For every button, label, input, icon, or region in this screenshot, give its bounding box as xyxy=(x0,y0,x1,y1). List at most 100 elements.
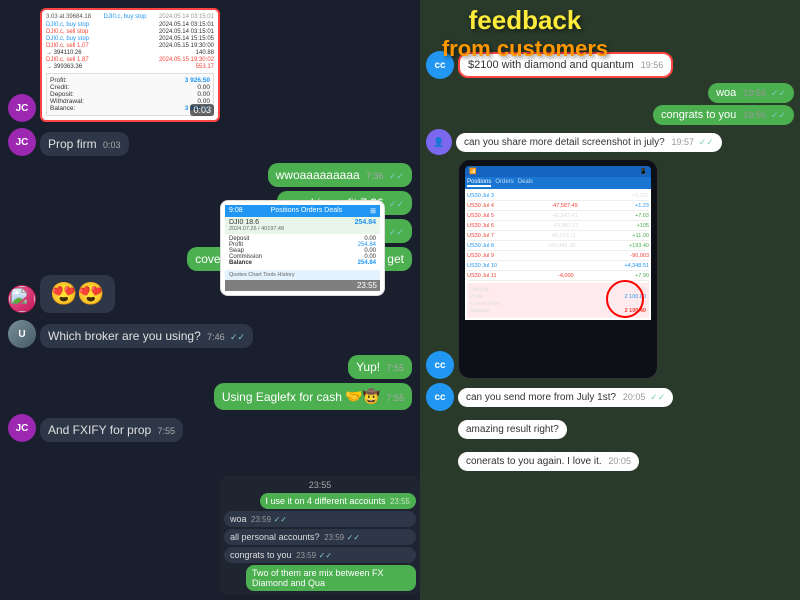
balance-display: 254.84 xyxy=(355,219,376,226)
balance-label: Balance: xyxy=(50,105,75,112)
right-header-time: 19:56 xyxy=(641,60,664,70)
use-it-wrap: I use it on 4 different accounts 23:55 xyxy=(224,493,416,509)
prop-firm-message: JC Prop firm 0:03 xyxy=(8,128,412,156)
profit-label: Profit: xyxy=(50,77,67,84)
eagle-wrap: Using Eaglefx for cash 🤝🤠 7:55 xyxy=(8,383,412,410)
wwoaa-bubble: wwoaaaaaaaaa 7:36 ✓✓ xyxy=(268,163,412,187)
phone-tabs: Quotes Chart Tools History xyxy=(225,270,380,280)
woa-wrap: woa 19:56 ✓✓ xyxy=(426,83,794,103)
conerats-wrap: cc conerats to you again. I love it. 20:… xyxy=(426,447,794,475)
trade-row: DJI0.c, buy stop 2024.05.14 15:15:05 xyxy=(46,36,214,42)
trade-list: US30 Jul 3 +9,237 US30 Jul 4 -47,587.49 … xyxy=(465,189,651,320)
avatar-share: 👤 xyxy=(426,129,452,155)
eagle-time: 7:55 xyxy=(386,393,404,403)
profit-table: Profit: 3 926.50 Credit: 0.00 Deposit: 0… xyxy=(46,73,214,116)
phone-ss: 9:08 Positions Orders Deals ⊞ DJI0 18.6 … xyxy=(220,200,385,296)
bottom-system-msg: 23:55 xyxy=(224,480,416,490)
broker-question-wrap: U Which broker are you using? 7:46 ✓✓ xyxy=(8,320,412,348)
can-send-wrap: cc can you send more from July 1st? 20:0… xyxy=(426,383,794,411)
withdrawal-label: Withdrawal: xyxy=(50,98,84,105)
amazing-text: amazing result right? xyxy=(466,424,559,435)
yup-text: Yup! xyxy=(356,360,380,374)
can-send-text: can you send more from July 1st? xyxy=(466,392,616,403)
avatar-user: U xyxy=(8,320,36,348)
trade-row: → 394110.26 140.88 xyxy=(46,50,214,56)
wwoaa-time: 7:36 xyxy=(366,171,384,181)
conerats-text: conerats to you again. I love it. xyxy=(466,456,602,467)
summary-row: Deposit0.00 Profit2 100.00 Commission0.0… xyxy=(467,283,649,318)
right-phone-screenshot: 📶📱 Positions Orders Deals US30 Jul 3 +9,… xyxy=(458,159,658,379)
eagle-bubble: Using Eaglefx for cash 🤝🤠 7:55 xyxy=(214,383,412,410)
trade-row: DJI0.c, buy stop 2024.05.14 03:15:01 xyxy=(46,22,214,28)
amazing-wrap: cc amazing result right? xyxy=(426,415,794,443)
credit-value: 0.00 xyxy=(197,84,210,91)
deposit-value: 0.00 xyxy=(197,91,210,98)
all-personal-text: all personal accounts? xyxy=(230,532,320,542)
prop-firm-bubble: Prop firm 0:03 xyxy=(40,132,129,156)
bottom-chat-area: 23:55 I use it on 4 different accounts 2… xyxy=(220,476,420,595)
trade-screenshot: 3.03 at 39684.18 DJI0.c, buy stop 2024.0… xyxy=(40,8,220,122)
phone-balance: DJI0 18.6 254.84 2024.07.26 / 40197.48 xyxy=(225,217,380,234)
phone-details: Deposit0.00 Profit254.84 Swap0.00 Commis… xyxy=(225,234,380,268)
phone-time-end: 23:55 xyxy=(225,280,380,291)
yup-time: 7:55 xyxy=(386,363,404,373)
avatar-jc-3: JC xyxy=(8,414,36,442)
trade-row: → 399363.36 553.17 xyxy=(46,64,214,70)
share-bubble: can you share more detail screenshot in … xyxy=(456,133,722,152)
right-messages: woa 19:56 ✓✓ congrats to you 19:56 ✓✓ xyxy=(426,83,794,125)
broker-bubble: Which broker are you using? 7:46 ✓✓ xyxy=(40,324,253,348)
phone-ss-header: 9:08 Positions Orders Deals ⊞ xyxy=(225,205,380,217)
avatar-jc-emoji xyxy=(8,285,36,313)
screenshot-header: 3.03 at 39684.18 DJI0.c, buy stop 2024.0… xyxy=(46,14,214,20)
prop-firm-time: 0:03 xyxy=(103,140,121,150)
emoji-bubble: 😍😍 xyxy=(40,275,115,313)
yup-wrap: Yup! 7:55 xyxy=(8,355,412,379)
fxify-bubble: And FXIFY for prop 7:55 xyxy=(40,418,183,442)
congrats-bottom-bubble: congrats to you 23:59 ✓✓ xyxy=(224,547,416,563)
middle-screenshot: 9:08 Positions Orders Deals ⊞ DJI0 18.6 … xyxy=(220,200,385,296)
woa-bubble: woa 19:56 ✓✓ xyxy=(708,83,794,103)
congrats-bottom-text: congrats to you xyxy=(230,550,292,560)
fxify-text: And FXIFY for prop xyxy=(48,423,151,437)
congrats-right-text: congrats to you xyxy=(661,109,736,121)
trade-row: DJI0.c, sell 1.07 2024.05.15 19:30:00 xyxy=(46,43,214,49)
phone-tabs-bar: Positions Orders Deals xyxy=(465,177,651,189)
avatar-jc-2: JC xyxy=(8,128,36,156)
two-of-them-bubble: Two of them are mix between FX Diamond a… xyxy=(246,565,416,591)
two-of-them-wrap: Two of them are mix between FX Diamond a… xyxy=(224,565,416,591)
use-it-text: I use it on 4 different accounts xyxy=(266,496,386,506)
deposit-label: Deposit: xyxy=(50,91,74,98)
right-header-wrap: cc $2100 with diamond and quantum 19:56 xyxy=(426,51,794,79)
woa-bottom-bubble: woa 23:59 ✓✓ xyxy=(224,511,416,527)
red-circle xyxy=(606,280,644,318)
phone-top-bar: 📶📱 xyxy=(465,166,651,177)
amazing-bubble: amazing result right? xyxy=(458,420,567,439)
wwoaa-text: wwoaaaaaaaaa xyxy=(276,168,360,182)
avatar-jc: JC xyxy=(8,94,36,122)
eagle-text: Using Eaglefx for cash xyxy=(222,390,342,404)
can-send-bubble: can you send more from July 1st? 20:05 ✓… xyxy=(458,388,673,407)
share-detail-wrap: 👤 can you share more detail screenshot i… xyxy=(426,129,794,155)
congrats-right-bubble: congrats to you 19:56 ✓✓ xyxy=(653,105,794,125)
woa-bottom-wrap: woa 23:59 ✓✓ all personal accounts? 23:5… xyxy=(224,511,416,563)
broker-text: Which broker are you using? xyxy=(48,329,201,343)
trade-row: DJI0.c, sell 1.87 2024.05.15 19:30:02 xyxy=(46,57,214,63)
credit-label: Credit: xyxy=(50,84,69,91)
yup-bubble: Yup! 7:55 xyxy=(348,355,412,379)
use-it-bubble: I use it on 4 different accounts 23:55 xyxy=(260,493,416,509)
profit-value: 3 926.50 xyxy=(185,77,210,84)
main-container: JC 3.03 at 39684.18 DJI0.c, buy stop 202… xyxy=(0,0,800,600)
all-personal-bubble: all personal accounts? 23:59 ✓✓ xyxy=(224,529,416,545)
avatar-cc-3: cc xyxy=(426,383,454,411)
screenshot-message: JC 3.03 at 39684.18 DJI0.c, buy stop 202… xyxy=(8,8,412,122)
broker-time: 7:46 xyxy=(207,332,225,342)
right-header-text: $2100 with diamond and quantum xyxy=(468,59,634,71)
jc-fxify-wrap: JC And FXIFY for prop 7:55 xyxy=(8,414,412,442)
share-text: can you share more detail screenshot in … xyxy=(464,137,665,148)
woa-text: woa xyxy=(716,87,736,99)
prop-firm-text: Prop firm xyxy=(48,137,97,151)
right-panel: cc $2100 with diamond and quantum 19:56 … xyxy=(420,0,800,600)
video-time: 0:03 xyxy=(190,104,214,116)
two-of-them-text: Two of them are mix between FX Diamond a… xyxy=(252,568,384,588)
right-phone-area: cc 📶📱 Positions Orders Deals US30 Jul 3 … xyxy=(426,159,794,379)
